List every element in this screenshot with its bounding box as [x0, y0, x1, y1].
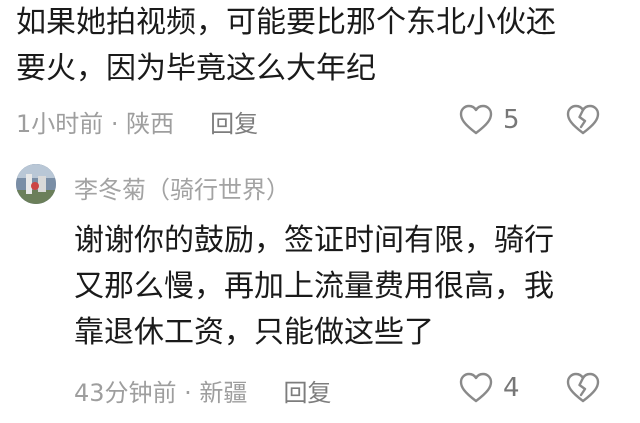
- top-comment-reply-button[interactable]: 回复: [210, 104, 258, 139]
- broken-heart-icon: [566, 104, 600, 135]
- broken-heart-icon: [566, 372, 600, 403]
- reply-line-1: 谢谢你的鼓励，签证时间有限，骑行: [74, 223, 554, 258]
- reply-author-name[interactable]: 李冬菊（骑行世界）: [74, 170, 290, 205]
- avatar[interactable]: [16, 164, 56, 204]
- reply-time-location: 43分钟前 · 新疆: [74, 378, 248, 407]
- top-comment-time-location: 1小时前 · 陕西: [16, 109, 175, 138]
- reply-meta: 43分钟前 · 新疆 回复: [74, 370, 331, 410]
- reply-line-3: 靠退休工资，只能做这些了: [74, 315, 434, 350]
- reply-reply-button[interactable]: 回复: [283, 373, 331, 408]
- reply-line-2: 又那么慢，再加上流量费用很高，我: [74, 269, 554, 304]
- reply-text: 谢谢你的鼓励，签证时间有限，骑行 又那么慢，再加上流量费用很高，我 靠退休工资，…: [74, 218, 614, 356]
- heart-outline-icon: [459, 372, 493, 403]
- top-comment-text: 如果她拍视频，可能要比那个东北小伙还 要火，因为毕竟这么大年纪: [16, 0, 626, 92]
- avatar-image-icon: [16, 164, 56, 204]
- reply-dislike-button[interactable]: [566, 372, 600, 408]
- top-comment-like-button[interactable]: 5: [459, 104, 520, 136]
- reply-like-button[interactable]: 4: [459, 372, 520, 404]
- top-comment-line-2: 要火，因为毕竟这么大年纪: [16, 51, 376, 86]
- top-comment: 如果她拍视频，可能要比那个东北小伙还 要火，因为毕竟这么大年纪: [16, 0, 626, 92]
- heart-outline-icon: [459, 104, 493, 135]
- top-comment-like-count: 5: [503, 105, 520, 135]
- reply-like-count: 4: [503, 373, 520, 403]
- top-comment-dislike-button[interactable]: [566, 104, 600, 140]
- top-comment-line-1: 如果她拍视频，可能要比那个东北小伙还: [16, 5, 556, 40]
- top-comment-meta: 1小时前 · 陕西 回复: [16, 101, 258, 141]
